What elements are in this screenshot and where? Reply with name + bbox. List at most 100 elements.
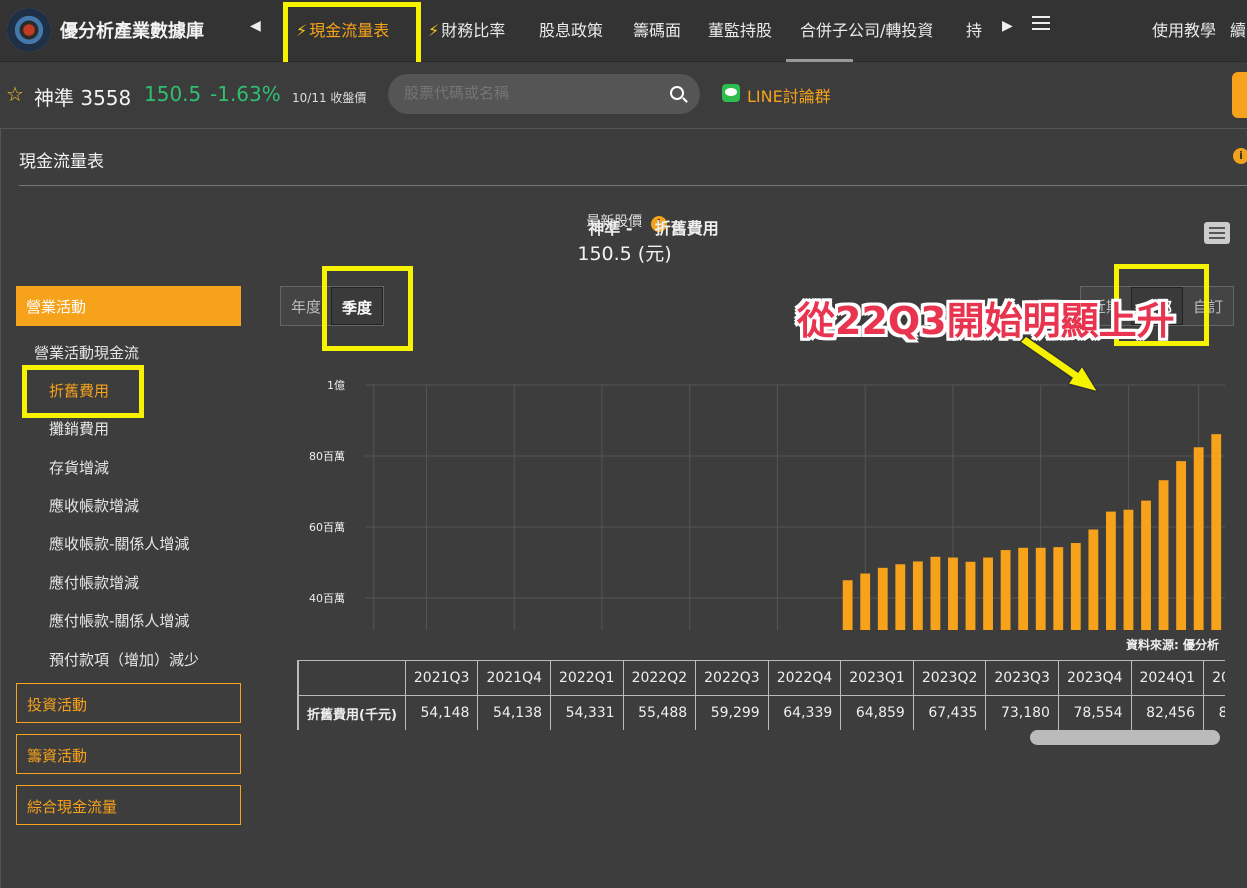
nav-tab-dividend[interactable]: 股息政策: [539, 17, 603, 41]
sidebar-item-amortization[interactable]: 攤銷費用: [49, 418, 109, 439]
stock-name: 神準 3558: [34, 86, 132, 110]
table-cell: 54,148: [404, 695, 479, 730]
bar-2023Q4[interactable]: [1176, 461, 1187, 630]
search-icon[interactable]: [670, 86, 684, 100]
sidebar-subheader[interactable]: 營業活動現金流: [34, 342, 139, 363]
nav-tab-more[interactable]: 持: [966, 17, 982, 41]
bar-2020Q1[interactable]: [912, 561, 923, 630]
y-tick-label: 1億: [327, 379, 345, 392]
table-column-header: 2022Q1: [550, 660, 624, 696]
table-column-header: 2022Q3: [695, 660, 769, 696]
table-column-header: 2023Q2: [912, 660, 987, 696]
table-cell: 82,456: [1130, 695, 1205, 730]
bar-2020Q2[interactable]: [930, 556, 941, 630]
nav-renew[interactable]: 續: [1230, 17, 1246, 41]
nav-tutorial[interactable]: 使用教學: [1152, 17, 1216, 41]
bar-2023Q2[interactable]: [1141, 500, 1151, 630]
bar-2021Q4[interactable]: [1035, 547, 1046, 630]
sidebar-item-prepayments[interactable]: 預付款項（增加）減少: [49, 649, 199, 670]
bar-2020Q3[interactable]: [948, 557, 958, 630]
table-cell: 59,299: [695, 695, 769, 730]
search-box: [388, 74, 700, 114]
line-group-link[interactable]: LINE討論群: [747, 83, 831, 107]
sidebar-item-inventory[interactable]: 存貨增減: [49, 457, 109, 478]
bar-2019Q4[interactable]: [895, 564, 906, 630]
table-column-header: 2022Q4: [767, 660, 842, 696]
nav-tab-directors[interactable]: 董監持股: [708, 17, 772, 41]
bar-2024Q1[interactable]: [1193, 447, 1204, 630]
table-column-header: 2023Q4: [1057, 660, 1132, 696]
table-column-header: 2021Q4: [477, 660, 552, 696]
bar-2021Q1[interactable]: [983, 557, 993, 630]
sidebar-section-summary[interactable]: 綜合現金流量: [16, 785, 241, 825]
highlight-box: [22, 365, 144, 418]
bar-2019Q1[interactable]: [842, 580, 853, 630]
table-cell: 64,339: [767, 695, 842, 730]
stock-bar: ☆ 神準 3558 150.5 -1.63% 10/11 收盤價 LINE討論群: [0, 62, 1247, 126]
menu-icon[interactable]: [1032, 16, 1050, 30]
table-cell: 86,152: [1203, 695, 1225, 730]
table-column-header: 2024Q1: [1130, 660, 1205, 696]
table-row-label: 折舊費用(千元): [298, 695, 406, 730]
bar-2019Q2[interactable]: [860, 573, 871, 630]
data-table: 2021Q3 2021Q4 2022Q1 2022Q2 2022Q3 2022Q4 2023…: [298, 660, 1225, 730]
bar-2020Q4[interactable]: [965, 561, 976, 630]
panel-title: 現金流量表: [19, 152, 104, 172]
chart-menu-icon[interactable]: [1204, 222, 1230, 244]
table-cell: 64,859: [840, 695, 914, 730]
line-icon[interactable]: [722, 84, 740, 102]
bar-2021Q2[interactable]: [1000, 550, 1011, 630]
close-date-label: 10/11 收盤價: [292, 91, 367, 105]
sidebar-item-receivables-related[interactable]: 應收帳款-關係人增減: [49, 533, 189, 554]
table-cell: 78,554: [1057, 695, 1132, 730]
annotation-arrow: [1018, 335, 1100, 394]
logo[interactable]: [7, 8, 51, 52]
table-cell: 55,488: [622, 695, 697, 730]
stock-price: 150.5: [144, 82, 202, 106]
bar-2019Q3[interactable]: [877, 567, 888, 630]
nav-tab-chips[interactable]: 籌碼面: [633, 17, 681, 41]
nav-tab-ratios[interactable]: ⚡ 財務比率: [428, 17, 505, 41]
y-tick-label: 60百萬: [309, 521, 345, 534]
bar-2023Q1[interactable]: [1123, 509, 1134, 630]
bar-2021Q3[interactable]: [1018, 547, 1029, 630]
table-corner-cell: [298, 660, 406, 696]
sidebar-section-operating[interactable]: 營業活動: [16, 286, 241, 326]
table-column-header: 2024Q2: [1203, 660, 1225, 696]
data-table-wrapper[interactable]: 2021Q3 2021Q4 2022Q1 2022Q2 2022Q3 2022Q4 2023…: [297, 660, 1225, 730]
star-icon[interactable]: ☆: [6, 82, 24, 106]
table-column-header: 2022Q2: [622, 660, 697, 696]
search-input[interactable]: [404, 84, 644, 102]
divider: [19, 185, 1247, 186]
nav-tab-subsidiaries[interactable]: 合併子公司/轉投資: [800, 17, 933, 41]
nav-next-arrow-icon[interactable]: ▶: [1002, 18, 1013, 34]
bar-2022Q2[interactable]: [1070, 543, 1081, 630]
y-tick-label: 40百萬: [309, 592, 345, 605]
annotation-text: 從22Q3開始明顯上升: [797, 299, 1175, 343]
table-scrollbar[interactable]: [1030, 730, 1220, 745]
sidebar-section-financing[interactable]: 籌資活動: [16, 734, 241, 774]
bar-2022Q1[interactable]: [1053, 547, 1064, 630]
y-tick-label: 80百萬: [309, 450, 345, 463]
sidebar-section-investing[interactable]: 投資活動: [16, 683, 241, 723]
table-row: 折舊費用(千元) 54,148 54,138 54,331 55,488 59,299 64…: [298, 695, 1225, 730]
info-icon[interactable]: i: [1233, 148, 1247, 164]
nav-prev-arrow-icon[interactable]: ◀: [250, 18, 261, 34]
table-cell: 54,138: [477, 695, 552, 730]
table-cell: 54,331: [550, 695, 624, 730]
bar-2023Q3[interactable]: [1158, 480, 1169, 630]
sidebar-item-payables[interactable]: 應付帳款增減: [49, 572, 139, 593]
side-tab-button[interactable]: [1232, 72, 1247, 118]
sidebar-item-receivables[interactable]: 應收帳款增減: [49, 495, 139, 516]
table-cell: 73,180: [985, 695, 1059, 730]
bar-2022Q4[interactable]: [1106, 511, 1116, 630]
brand-title[interactable]: 優分析產業數據庫: [60, 17, 204, 43]
bar-2024Q2[interactable]: [1211, 434, 1222, 630]
table-column-header: 2023Q3: [985, 660, 1059, 696]
top-nav: 優分析產業數據庫 ◀ ⚡ 現金流量表 ⚡ 財務比率 股息政策 籌碼面 董監持股 合併…: [0, 0, 1247, 62]
bar-2022Q3[interactable]: [1088, 529, 1099, 630]
table-cell: 67,435: [912, 695, 987, 730]
sidebar-item-payables-related[interactable]: 應付帳款-關係人增減: [49, 610, 189, 631]
table-column-header: 2023Q1: [840, 660, 914, 696]
data-source: 資料來源: 優分析: [1126, 638, 1219, 652]
